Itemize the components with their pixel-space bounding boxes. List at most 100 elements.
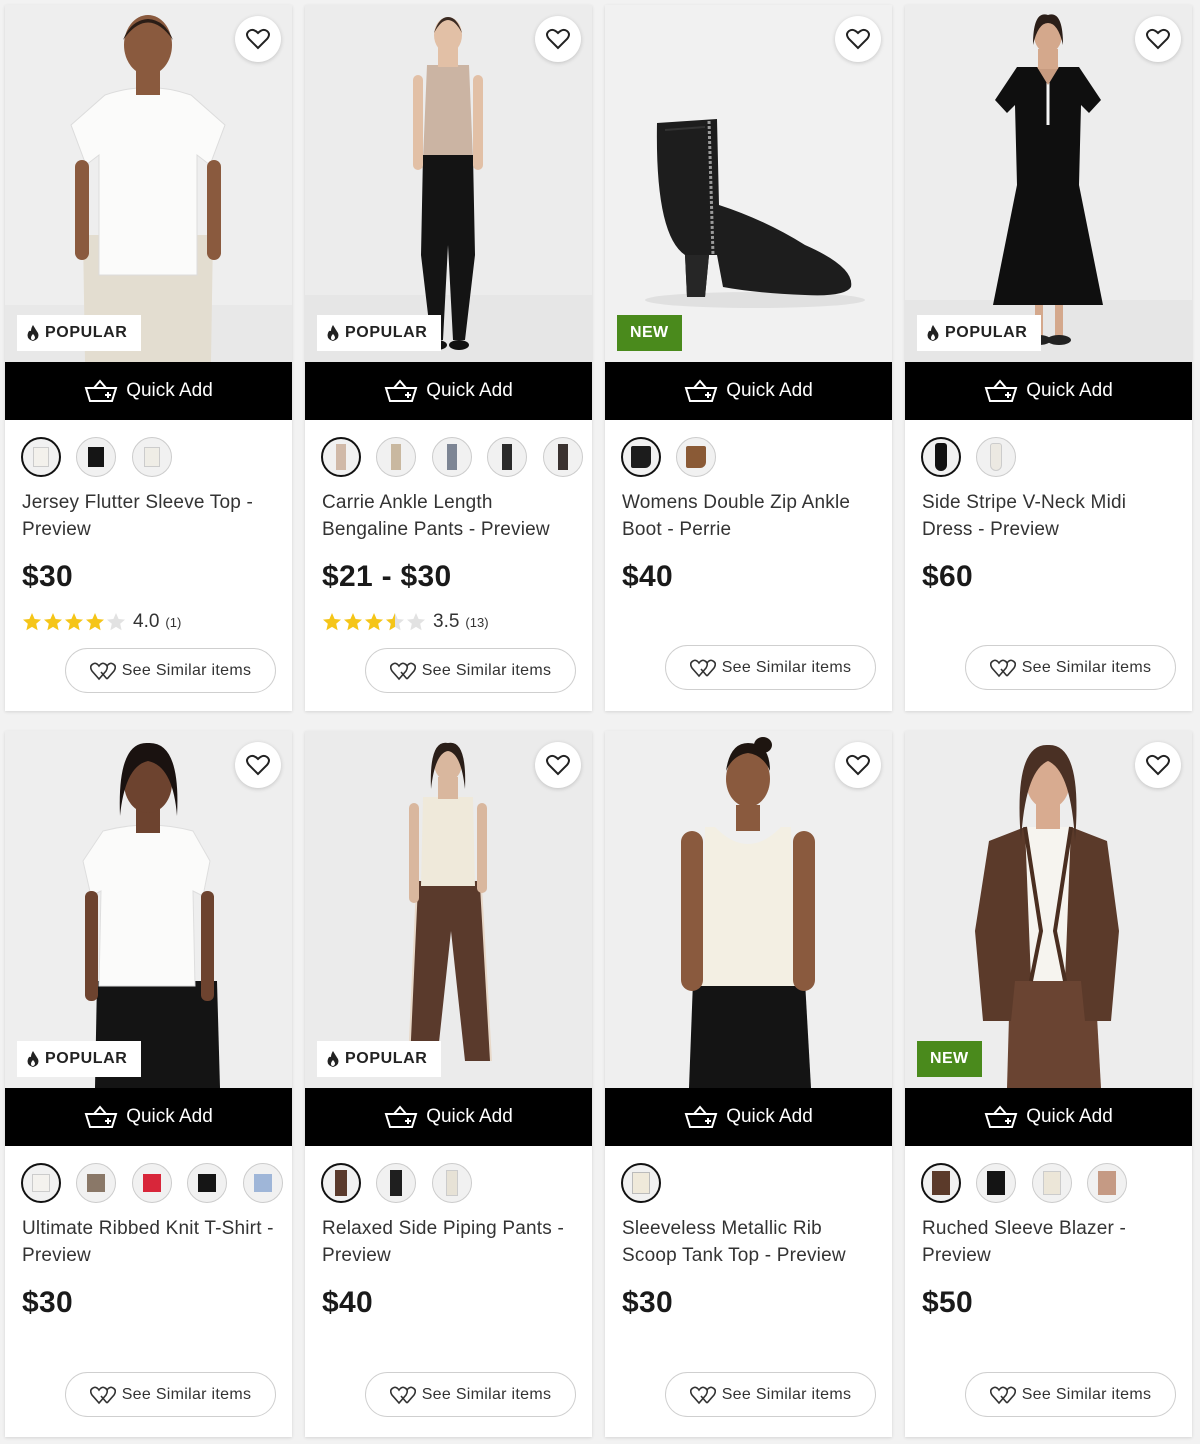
see-similar-button[interactable]: See Similar items (965, 1372, 1176, 1417)
wishlist-heart-button[interactable] (1135, 16, 1181, 62)
star-icon (365, 613, 383, 631)
product-name[interactable]: Side Stripe V-Neck Midi Dress - Preview (922, 489, 1180, 543)
color-swatch[interactable] (431, 437, 472, 477)
product-grid: POPULAR Quick Add Jersey Flutter Sleeve … (0, 0, 1200, 1444)
wishlist-heart-button[interactable] (235, 16, 281, 62)
product-price: $30 (22, 560, 73, 593)
star-rating-icons (22, 612, 126, 632)
product-name[interactable]: Womens Double Zip Ankle Boot - Perrie (622, 489, 880, 543)
wishlist-heart-button[interactable] (535, 742, 581, 788)
color-swatch[interactable] (242, 1163, 283, 1203)
color-swatch[interactable] (76, 437, 117, 477)
wishlist-heart-button[interactable] (835, 742, 881, 788)
product-card[interactable]: POPULAR Quick Add Carrie Ankle Length Be… (305, 5, 592, 711)
color-swatch[interactable] (131, 1163, 172, 1203)
product-name[interactable]: Ruched Sleeve Blazer - Preview (922, 1215, 1180, 1269)
color-swatch[interactable] (976, 437, 1017, 477)
product-card[interactable]: NEW Quick Add Womens Double Zip Ankle Bo… (605, 5, 892, 711)
badge-label: POPULAR (945, 324, 1028, 341)
color-swatch[interactable] (321, 437, 361, 477)
product-name[interactable]: Ultimate Ribbed Knit T-Shirt - Preview (22, 1215, 280, 1269)
similar-hearts-icon (689, 1386, 716, 1404)
wishlist-heart-button[interactable] (235, 742, 281, 788)
product-card[interactable]: POPULAR Quick Add Ultimate Ribbed Knit T… (5, 731, 292, 1437)
see-similar-button[interactable]: See Similar items (965, 645, 1176, 690)
color-swatch[interactable] (376, 437, 417, 477)
quick-add-button[interactable]: Quick Add (5, 362, 292, 420)
color-swatch[interactable] (321, 1163, 361, 1203)
color-swatches (621, 437, 892, 481)
see-similar-label: See Similar items (121, 1385, 252, 1403)
quick-add-button[interactable]: Quick Add (305, 362, 592, 420)
wishlist-heart-button[interactable] (1135, 742, 1181, 788)
badge-label: POPULAR (45, 324, 128, 341)
popular-badge: POPULAR (317, 1041, 442, 1077)
product-name[interactable]: Carrie Ankle Length Bengaline Pants - Pr… (322, 489, 580, 543)
badge-label: POPULAR (345, 1050, 428, 1067)
badge-label: POPULAR (45, 1050, 128, 1067)
product-price: $40 (322, 1286, 373, 1319)
quick-add-button[interactable]: Quick Add (305, 1088, 592, 1146)
quick-add-label: Quick Add (726, 380, 813, 401)
color-swatch[interactable] (676, 437, 717, 477)
product-rating[interactable]: 4.0 (1) (22, 609, 181, 635)
color-swatch[interactable] (21, 1163, 61, 1203)
badge-label: NEW (630, 324, 669, 341)
product-card[interactable]: NEW Quick Add Ruched Sleeve Blazer - Pre… (905, 731, 1192, 1437)
see-similar-button[interactable]: See Similar items (365, 1372, 576, 1417)
see-similar-label: See Similar items (1021, 1385, 1152, 1403)
heart-icon (846, 28, 870, 50)
flame-icon (27, 1051, 39, 1067)
color-swatch[interactable] (76, 1163, 117, 1203)
see-similar-label: See Similar items (121, 661, 252, 679)
product-card[interactable]: POPULAR Quick Add Jersey Flutter Sleeve … (5, 5, 292, 711)
color-swatch[interactable] (187, 1163, 228, 1203)
quick-add-button[interactable]: Quick Add (905, 362, 1192, 420)
product-card[interactable]: POPULAR Quick Add Relaxed Side Piping Pa… (305, 731, 592, 1437)
color-swatch[interactable] (621, 1163, 661, 1203)
quick-add-button[interactable]: Quick Add (605, 1088, 892, 1146)
color-swatch[interactable] (621, 437, 661, 477)
color-swatch[interactable] (1031, 1163, 1072, 1203)
similar-hearts-icon (689, 659, 716, 677)
see-similar-button[interactable]: See Similar items (65, 1372, 276, 1417)
see-similar-button[interactable]: See Similar items (665, 1372, 876, 1417)
star-half-icon (386, 613, 404, 631)
wishlist-heart-button[interactable] (835, 16, 881, 62)
similar-hearts-icon (389, 662, 416, 680)
basket-plus-icon (984, 1105, 1018, 1128)
color-swatch[interactable] (431, 1163, 472, 1203)
product-price: $50 (922, 1286, 973, 1319)
color-swatch[interactable] (131, 437, 172, 477)
product-card[interactable]: POPULAR Quick Add Side Stripe V-Neck Mid… (905, 5, 1192, 711)
rating-count: (1) (165, 614, 182, 630)
see-similar-button[interactable]: See Similar items (665, 645, 876, 690)
color-swatch[interactable] (921, 437, 961, 477)
rating-value: 4.0 (133, 611, 160, 632)
flame-icon (327, 325, 339, 341)
wishlist-heart-button[interactable] (535, 16, 581, 62)
see-similar-button[interactable]: See Similar items (365, 648, 576, 693)
color-swatches (921, 1163, 1192, 1207)
color-swatch[interactable] (487, 437, 528, 477)
color-swatch[interactable] (542, 437, 583, 477)
quick-add-button[interactable]: Quick Add (905, 1088, 1192, 1146)
quick-add-button[interactable]: Quick Add (605, 362, 892, 420)
product-card[interactable]: Quick Add Sleeveless Metallic Rib Scoop … (605, 731, 892, 1437)
color-swatch[interactable] (976, 1163, 1017, 1203)
quick-add-button[interactable]: Quick Add (5, 1088, 292, 1146)
product-name[interactable]: Relaxed Side Piping Pants - Preview (322, 1215, 580, 1269)
color-swatch[interactable] (921, 1163, 961, 1203)
product-name[interactable]: Jersey Flutter Sleeve Top - Preview (22, 489, 280, 543)
color-swatch[interactable] (21, 437, 61, 477)
quick-add-label: Quick Add (126, 380, 213, 401)
color-swatches (621, 1163, 892, 1207)
similar-hearts-icon (89, 1386, 116, 1404)
color-swatch[interactable] (376, 1163, 417, 1203)
color-swatch[interactable] (1087, 1163, 1128, 1203)
see-similar-label: See Similar items (1021, 658, 1152, 676)
product-name[interactable]: Sleeveless Metallic Rib Scoop Tank Top -… (622, 1215, 880, 1269)
product-rating[interactable]: 3.5 (13) (322, 609, 489, 635)
see-similar-button[interactable]: See Similar items (65, 648, 276, 693)
star-icon (323, 613, 341, 631)
